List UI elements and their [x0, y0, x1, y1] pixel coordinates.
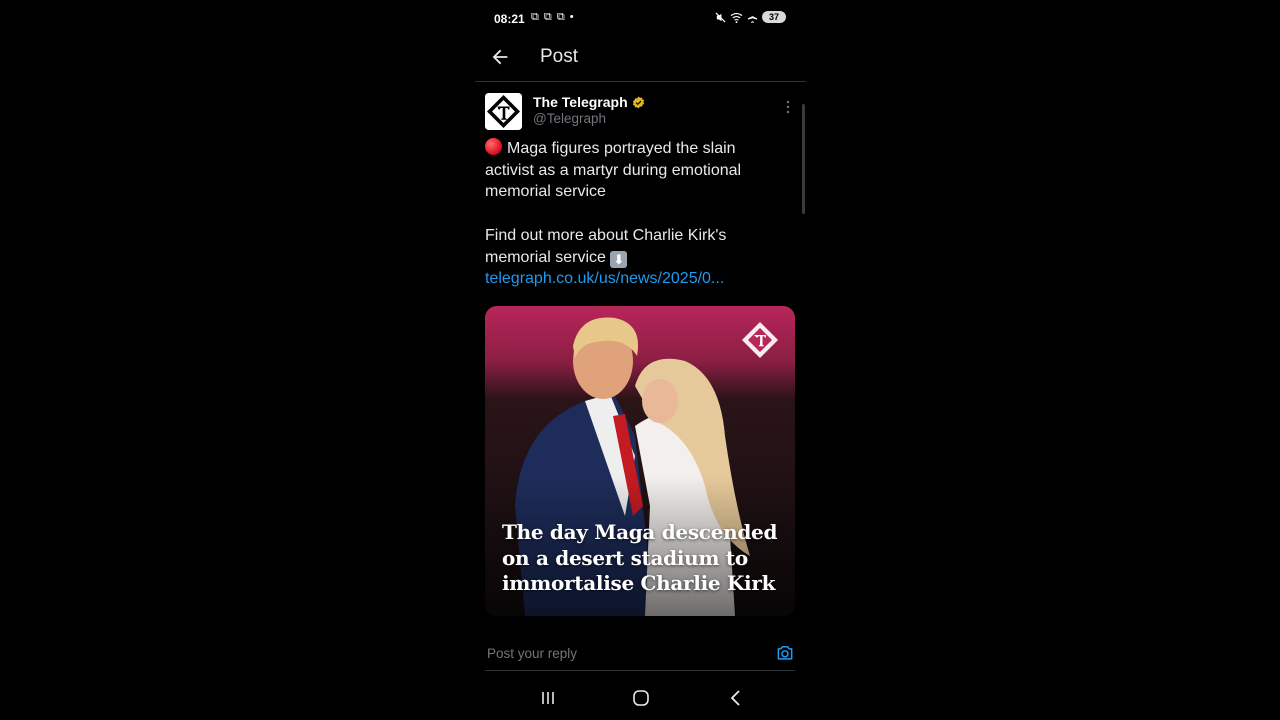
avatar[interactable] — [485, 93, 522, 130]
post-text-2: Find out more about Charlie Kirk's memor… — [485, 226, 727, 266]
system-status-icons: 37 — [715, 11, 786, 23]
reply-bar — [485, 638, 795, 671]
author-name[interactable]: The Telegraph — [533, 94, 645, 110]
more-vertical-icon[interactable] — [783, 98, 793, 116]
notification-icons: ⧉ ⧉ ⧉ • — [531, 11, 575, 23]
author-name-text: The Telegraph — [533, 94, 628, 110]
status-time: 08:21 — [494, 12, 525, 26]
home-circle-icon[interactable] — [632, 689, 650, 707]
wifi-icon — [730, 12, 743, 23]
scrollbar-thumb[interactable] — [802, 104, 805, 214]
phone-screen: 08:21 ⧉ ⧉ ⧉ • 37 Post The Telegraph @Tel… — [475, 0, 806, 720]
telegraph-logo-icon — [485, 93, 522, 130]
page-title: Post — [540, 46, 579, 67]
battery-indicator: 37 — [762, 11, 786, 23]
status-bar: 08:21 ⧉ ⧉ ⧉ • 37 — [475, 8, 806, 30]
author-handle[interactable]: @Telegraph — [533, 111, 606, 126]
post-link[interactable]: telegraph.co.uk/us/news/2025/0... — [485, 270, 724, 287]
red-circle-emoji-icon — [485, 138, 502, 155]
airplane-icon — [747, 11, 758, 23]
verified-badge-icon — [632, 96, 644, 108]
down-arrow-emoji-icon: ⬇ — [610, 250, 628, 268]
system-nav-bar — [475, 680, 806, 720]
chevron-left-icon[interactable] — [727, 689, 745, 707]
post-text-1: Maga figures portrayed the slain activis… — [485, 140, 742, 201]
post-paragraph-2: Find out more about Charlie Kirk's memor… — [485, 225, 785, 268]
post-paragraph-1: Maga figures portrayed the slain activis… — [485, 138, 785, 203]
media-headline: The day Maga descended on a desert stadi… — [502, 520, 778, 595]
mute-icon — [715, 11, 726, 23]
arrow-left-icon[interactable] — [489, 46, 511, 68]
recents-icon[interactable] — [539, 689, 557, 707]
media-card[interactable]: The day Maga descended on a desert stadi… — [485, 306, 795, 616]
post-body: Maga figures portrayed the slain activis… — [485, 138, 785, 290]
reply-input[interactable] — [485, 645, 749, 662]
top-app-bar: Post — [475, 34, 806, 82]
camera-icon[interactable] — [775, 643, 795, 663]
